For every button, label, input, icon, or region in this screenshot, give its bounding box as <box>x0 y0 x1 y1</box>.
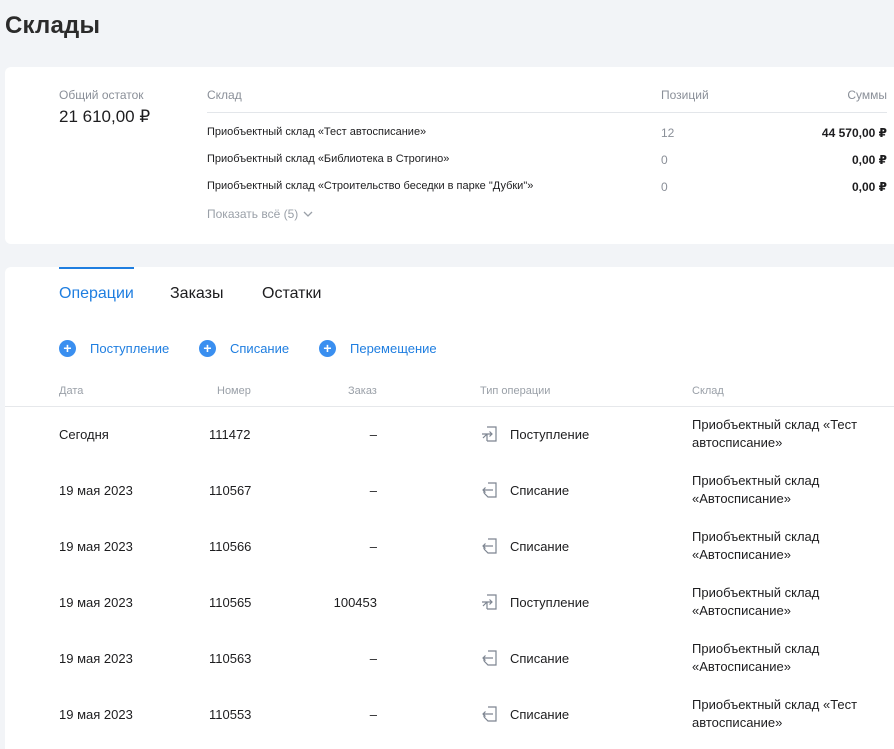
operation-number: 110567 <box>209 483 252 498</box>
operation-type: Поступление <box>480 592 589 612</box>
warehouse-sum: 0,00 ₽ <box>851 180 887 194</box>
tab-orders[interactable]: Заказы <box>170 285 223 303</box>
operation-date: 19 мая 2023 <box>59 707 133 722</box>
operation-order: – <box>369 483 377 498</box>
operation-type-label: Списание <box>510 706 570 722</box>
column-header-sums: Суммы <box>847 88 887 102</box>
add-writeoff-label: Списание <box>230 341 290 356</box>
operations-card: Операции Заказы Остатки + Поступление + … <box>5 267 894 749</box>
operation-order: – <box>369 651 377 666</box>
operation-type-label: Списание <box>510 482 570 498</box>
warehouse-summary-row[interactable]: Приобъектный склад «Строительство беседк… <box>207 171 887 198</box>
column-header-warehouse: Склад <box>692 385 724 397</box>
show-all-link[interactable]: Показать всё (5) <box>207 207 313 221</box>
income-icon <box>482 594 497 610</box>
summary-card: Общий остаток 21 610,00 ₽ Склад Позиций … <box>5 67 894 244</box>
income-icon <box>482 426 497 442</box>
operation-order: – <box>369 539 377 554</box>
tab-balances[interactable]: Остатки <box>262 285 321 303</box>
operation-type: Списание <box>480 480 569 500</box>
warehouse-summary-header: Склад Позиций Суммы <box>207 67 887 113</box>
operation-date: 19 мая 2023 <box>59 483 133 498</box>
operation-number: 110566 <box>209 539 252 554</box>
total-balance-label: Общий остаток <box>59 88 144 102</box>
operation-type: Списание <box>480 536 569 556</box>
operation-order: 100453 <box>333 595 377 610</box>
writeoff-icon <box>482 650 497 666</box>
tab-operations[interactable]: Операции <box>59 285 134 303</box>
operation-order: – <box>369 707 377 722</box>
column-header-operation-type: Тип операции <box>480 385 551 397</box>
show-all-label: Показать всё (5) <box>207 207 299 221</box>
operation-type-label: Списание <box>510 538 570 554</box>
column-header-number: Номер <box>217 385 251 397</box>
operations-table-header: Дата Номер Заказ Тип операции Склад <box>5 374 894 407</box>
writeoff-icon <box>482 538 497 554</box>
warehouse-name: Приобъектный склад «Библиотека в Строгин… <box>207 153 450 165</box>
warehouse-positions: 12 <box>661 126 675 140</box>
operation-date: Сегодня <box>59 427 109 442</box>
operation-type: Списание <box>480 648 569 668</box>
warehouse-positions: 0 <box>661 180 668 194</box>
operation-type-label: Поступление <box>510 426 590 442</box>
plus-circle-icon: + <box>199 340 216 357</box>
table-row[interactable]: 19 мая 2023 110553 – Списание Приобъектн… <box>5 687 894 743</box>
operation-warehouse: Приобъектный склад «Автосписание» <box>692 585 820 618</box>
operation-date: 19 мая 2023 <box>59 595 133 610</box>
total-balance-value: 21 610,00 ₽ <box>59 107 151 126</box>
warehouse-sum: 44 570,00 ₽ <box>821 126 887 140</box>
table-row[interactable]: 19 мая 2023 110563 – Списание Приобъектн… <box>5 631 894 687</box>
warehouse-sum: 0,00 ₽ <box>851 153 887 167</box>
add-writeoff-button[interactable]: + Списание <box>199 340 289 357</box>
plus-circle-icon: + <box>59 340 76 357</box>
operation-type: Поступление <box>480 424 589 444</box>
operation-type-label: Списание <box>510 650 570 666</box>
add-transfer-button[interactable]: + Перемещение <box>319 340 437 357</box>
column-header-warehouse: Склад <box>207 88 242 102</box>
operation-number: 111472 <box>209 427 251 442</box>
operation-number: 110553 <box>209 707 252 722</box>
writeoff-icon <box>482 706 497 722</box>
add-income-button[interactable]: + Поступление <box>59 340 169 357</box>
table-row[interactable]: 19 мая 2023 110567 – Списание Приобъектн… <box>5 463 894 519</box>
warehouse-summary-row[interactable]: Приобъектный склад «Тест автосписание» 1… <box>207 117 887 144</box>
operation-warehouse: Приобъектный склад «Автосписание» <box>692 641 820 674</box>
operation-warehouse: Приобъектный склад «Автосписание» <box>692 473 820 506</box>
add-income-label: Поступление <box>90 341 170 356</box>
operation-date: 19 мая 2023 <box>59 651 133 666</box>
operation-warehouse: Приобъектный склад «Тест автосписание» <box>692 417 858 450</box>
chevron-down-icon <box>303 211 313 217</box>
warehouses-page: Склады Общий остаток 21 610,00 ₽ Склад П… <box>0 0 894 749</box>
operation-warehouse: Приобъектный склад «Автосписание» <box>692 529 820 562</box>
table-row[interactable]: 19 мая 2023 110565 100453 Поступление Пр… <box>5 575 894 631</box>
table-row[interactable]: Сегодня 111472 – Поступление Приобъектны… <box>5 407 894 463</box>
active-tab-indicator <box>59 267 134 269</box>
writeoff-icon <box>482 482 497 498</box>
operation-date: 19 мая 2023 <box>59 539 133 554</box>
page-title: Склады <box>5 12 101 39</box>
operation-type-label: Поступление <box>510 594 590 610</box>
plus-circle-icon: + <box>319 340 336 357</box>
add-transfer-label: Перемещение <box>350 341 437 356</box>
warehouse-summary-row[interactable]: Приобъектный склад «Библиотека в Строгин… <box>207 144 887 171</box>
warehouse-name: Приобъектный склад «Тест автосписание» <box>207 126 427 138</box>
operation-number: 110563 <box>209 651 252 666</box>
column-header-positions: Позиций <box>661 88 709 102</box>
operation-warehouse: Приобъектный склад «Тест автосписание» <box>692 697 858 730</box>
table-row[interactable]: 19 мая 2023 110566 – Списание Приобъектн… <box>5 519 894 575</box>
operation-number: 110565 <box>209 595 252 610</box>
column-header-order: Заказ <box>348 385 377 397</box>
warehouse-positions: 0 <box>661 153 668 167</box>
warehouse-name: Приобъектный склад «Строительство беседк… <box>207 180 534 192</box>
operation-type: Списание <box>480 704 569 724</box>
column-header-date: Дата <box>59 385 84 397</box>
operation-order: – <box>369 427 377 442</box>
